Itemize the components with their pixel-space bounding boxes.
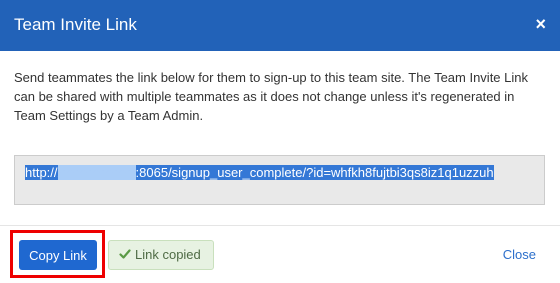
link-copied-status: Link copied xyxy=(108,240,214,270)
link-copied-label: Link copied xyxy=(135,247,201,262)
footer-divider xyxy=(0,225,560,226)
invite-link-text[interactable]: http://xxxxxxxxxxxx:8065/signup_user_com… xyxy=(25,164,494,182)
link-prefix: http:// xyxy=(25,165,58,180)
close-button[interactable]: Close xyxy=(503,246,536,264)
invite-link-field[interactable]: http://xxxxxxxxxxxx:8065/signup_user_com… xyxy=(14,155,545,205)
dialog-header: Team Invite Link × xyxy=(0,0,560,51)
close-icon[interactable]: × xyxy=(535,13,546,35)
link-suffix: :8065/signup_user_complete/?id=whfkh8fuj… xyxy=(135,165,494,180)
copy-link-button[interactable]: Copy Link xyxy=(19,240,97,270)
team-invite-link-dialog: Team Invite Link × Send teammates the li… xyxy=(0,0,560,283)
link-redacted-host: xxxxxxxxxxxx xyxy=(57,165,136,180)
dialog-description: Send teammates the link below for them t… xyxy=(14,70,529,123)
check-icon xyxy=(119,249,131,259)
dialog-title: Team Invite Link xyxy=(14,15,137,34)
